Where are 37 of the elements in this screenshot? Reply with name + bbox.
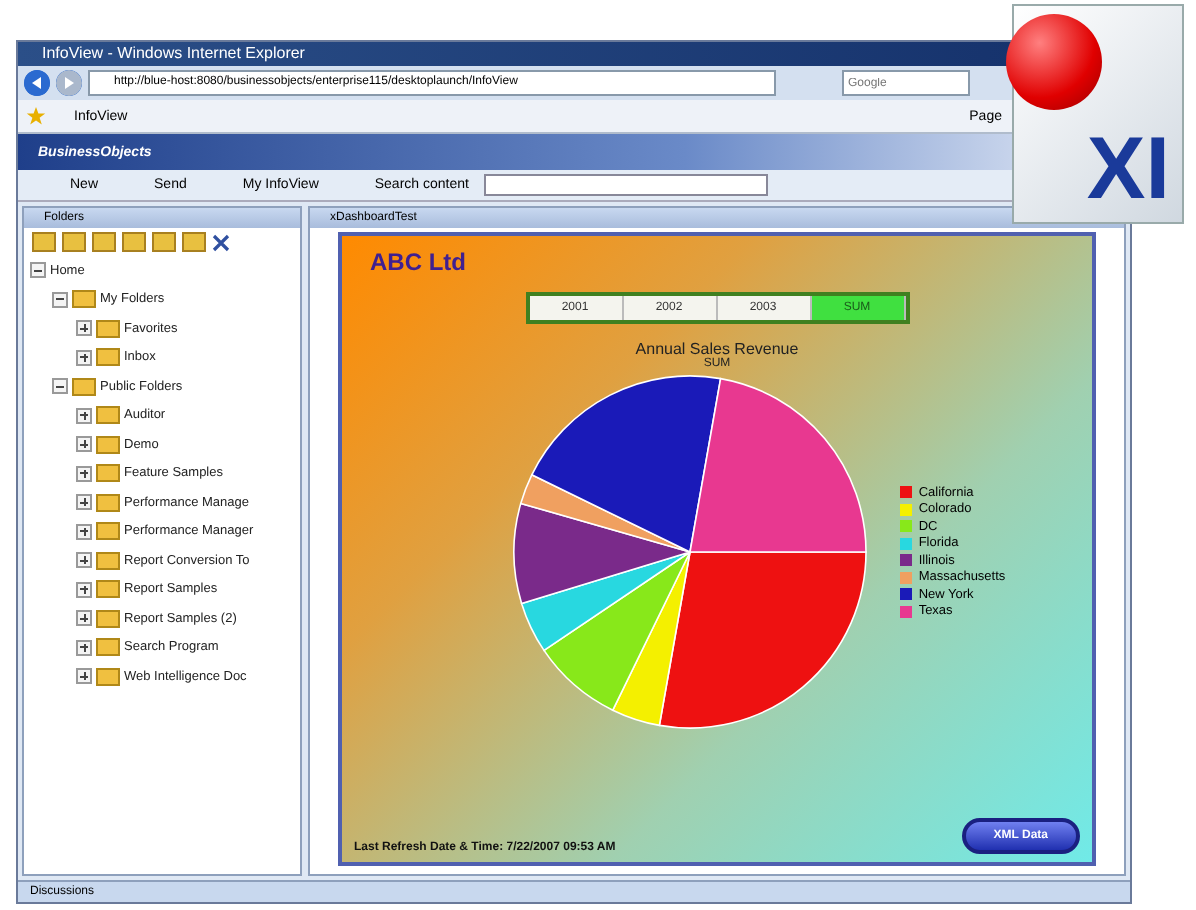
company-name: ABC Ltd: [370, 248, 466, 276]
folder-icon: [96, 580, 120, 599]
folder-icon: [96, 348, 120, 367]
delete-icon[interactable]: [212, 233, 230, 251]
folder-icon: [96, 319, 120, 338]
folder-icon: [72, 377, 96, 396]
expander-icon[interactable]: [76, 320, 92, 337]
folder-icon: [96, 464, 120, 483]
expander-icon[interactable]: [76, 552, 92, 569]
search-field[interactable]: [484, 174, 769, 196]
expander-icon[interactable]: [76, 639, 92, 656]
folder-icon: [96, 493, 120, 512]
folder-icon: [96, 406, 120, 425]
folder-icon: [96, 667, 120, 686]
back-button[interactable]: [24, 70, 50, 96]
folder-icon: [96, 638, 120, 657]
expander-icon[interactable]: [76, 668, 92, 685]
product-logo: XI: [1012, 4, 1184, 224]
folder-icon: [96, 522, 120, 541]
expander-icon[interactable]: [76, 523, 92, 540]
expander-icon[interactable]: [30, 262, 46, 279]
folder-icon: [96, 551, 120, 570]
expander-icon[interactable]: [76, 465, 92, 482]
expander-icon[interactable]: [52, 291, 68, 308]
forward-button[interactable]: [56, 70, 82, 96]
expander-icon[interactable]: [76, 494, 92, 511]
folder-icon: [72, 290, 96, 309]
expander-icon[interactable]: [76, 610, 92, 627]
chart-title: Annual Sales Revenue: [635, 340, 799, 358]
expander-icon[interactable]: [76, 581, 92, 598]
expander-icon[interactable]: [52, 378, 68, 395]
star-icon[interactable]: [26, 106, 46, 126]
folder-icon: [96, 609, 120, 628]
expander-icon[interactable]: [76, 349, 92, 366]
expander-icon[interactable]: [76, 407, 92, 424]
expander-icon[interactable]: [76, 436, 92, 453]
folder-icon: [96, 435, 120, 454]
